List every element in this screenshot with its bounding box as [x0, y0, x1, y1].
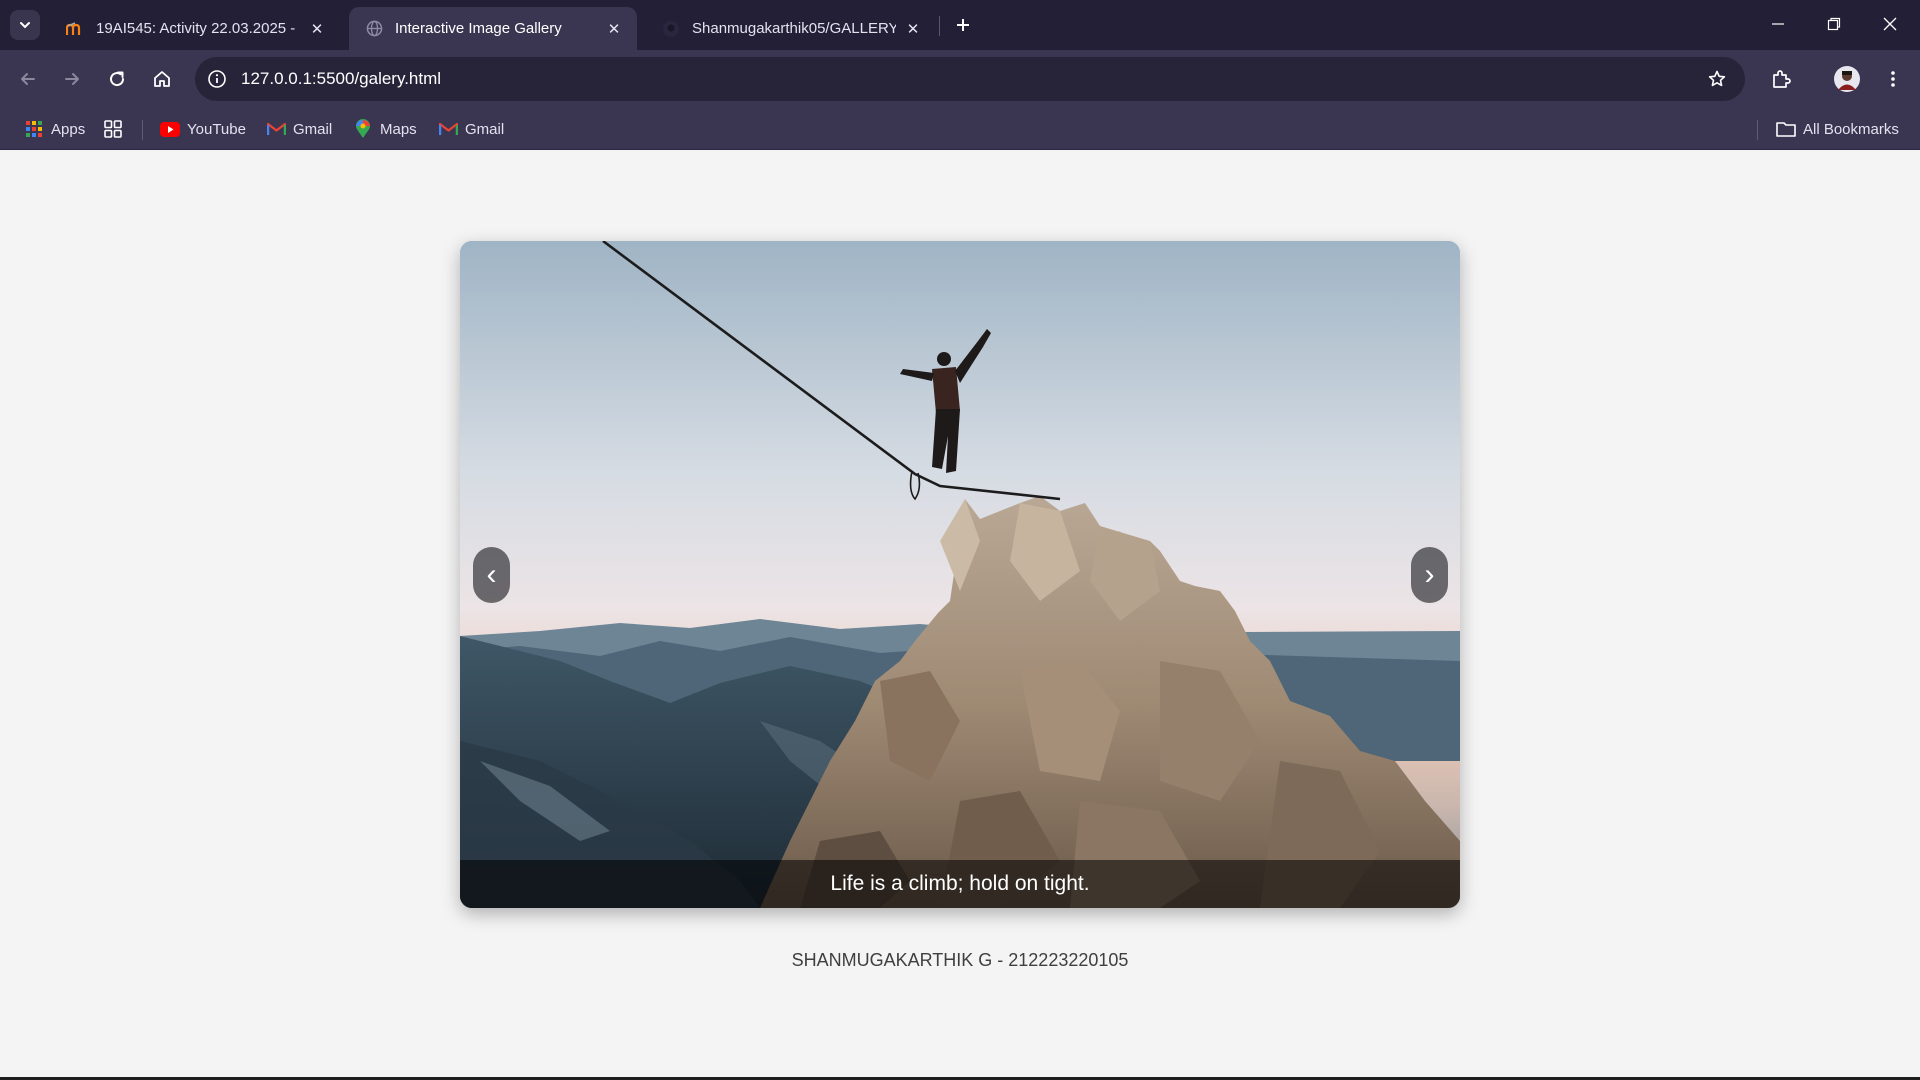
youtube-icon: [160, 119, 180, 139]
maps-pin-icon: [353, 119, 373, 139]
gmail-icon: [438, 119, 458, 139]
tab-divider: [939, 16, 940, 36]
chevron-left-icon: ‹: [486, 558, 497, 591]
url-text[interactable]: 127.0.0.1:5500/galery.html: [241, 69, 441, 89]
reload-button[interactable]: [101, 63, 133, 95]
restore-button[interactable]: [1806, 0, 1862, 48]
home-icon: [154, 71, 170, 87]
bookmark-gmail-2[interactable]: Gmail: [438, 108, 504, 150]
chevron-right-icon: ›: [1424, 558, 1435, 591]
all-bookmarks-button[interactable]: All Bookmarks: [1776, 108, 1899, 150]
bookmark-divider: [1757, 120, 1758, 140]
image-caption: Life is a climb; hold on tight.: [460, 860, 1460, 908]
forward-button[interactable]: [56, 63, 88, 95]
all-bookmarks-label: All Bookmarks: [1803, 120, 1899, 138]
minimize-icon: [1772, 23, 1784, 25]
tab-strip: 19AI545: Activity 22.03.2025 - E ✕ Inter…: [0, 0, 1920, 50]
folder-icon: [1776, 119, 1796, 139]
profile-avatar-button[interactable]: [1830, 62, 1864, 96]
close-window-button[interactable]: [1862, 0, 1918, 48]
author-footer: SHANMUGAKARTHIK G - 212223220105: [791, 950, 1129, 970]
bookmark-divider: [142, 120, 143, 140]
more-vertical-icon: [1891, 71, 1895, 87]
back-button[interactable]: [12, 63, 44, 95]
chevron-down-icon: [20, 22, 30, 29]
bookmark-star-icon[interactable]: [1705, 67, 1729, 91]
tab-title: 19AI545: Activity 22.03.2025 - E: [96, 20, 300, 37]
site-info-icon[interactable]: [205, 67, 229, 91]
minimize-button[interactable]: [1750, 0, 1806, 48]
avatar-icon: [1834, 66, 1860, 92]
menu-button[interactable]: [1877, 63, 1909, 95]
globe-icon: [365, 20, 383, 38]
close-window-icon: [1883, 17, 1897, 31]
image-gallery: ‹ › Life is a climb; hold on tight.: [460, 241, 1460, 908]
close-icon[interactable]: ✕: [904, 20, 922, 38]
bookmark-label: Maps: [380, 120, 417, 138]
tab-search-button[interactable]: [10, 10, 40, 40]
extensions-button[interactable]: [1765, 63, 1797, 95]
tab-interactive-image-gallery[interactable]: Interactive Image Gallery ✕: [349, 7, 637, 50]
bookmark-youtube[interactable]: YouTube: [160, 108, 246, 150]
browser-toolbar: 127.0.0.1:5500/galery.html: [0, 50, 1920, 108]
apps-grid-icon: [24, 119, 44, 139]
home-button[interactable]: [146, 63, 178, 95]
moodle-favicon-icon: [66, 20, 84, 38]
arrow-right-icon: [65, 73, 79, 85]
bookmark-label: YouTube: [187, 120, 246, 138]
tab-title: Interactive Image Gallery: [395, 20, 562, 37]
arrow-left-icon: [21, 73, 35, 85]
tab-title: Shanmugakarthik05/GALLERY: [692, 20, 896, 37]
new-tab-button[interactable]: [950, 12, 976, 38]
next-button[interactable]: ›: [1411, 547, 1448, 603]
gmail-icon: [266, 119, 286, 139]
bookmark-apps[interactable]: Apps: [24, 108, 85, 150]
reload-icon: [110, 71, 125, 87]
address-bar[interactable]: 127.0.0.1:5500/galery.html: [195, 57, 1745, 101]
bookmark-label: Apps: [51, 120, 86, 138]
puzzle-icon: [1773, 70, 1791, 88]
bookmark-label: Gmail: [293, 120, 333, 138]
restore-icon: [1827, 17, 1841, 31]
github-icon: [662, 20, 680, 38]
close-icon[interactable]: ✕: [308, 20, 326, 38]
bookmark-label: Gmail: [465, 120, 505, 138]
tab-moodle-activity[interactable]: 19AI545: Activity 22.03.2025 - E ✕: [50, 7, 340, 50]
tab-groups-button[interactable]: [103, 108, 130, 150]
close-icon[interactable]: ✕: [605, 20, 623, 38]
prev-button[interactable]: ‹: [473, 547, 510, 603]
bookmarks-bar: Apps YouTube Gmail Maps Gmail All Bookma…: [0, 108, 1920, 150]
tab-groups-icon: [103, 119, 123, 139]
plus-icon: [957, 19, 969, 31]
gallery-image: [460, 241, 1460, 908]
bookmark-gmail[interactable]: Gmail: [266, 108, 332, 150]
tab-github-gallery[interactable]: Shanmugakarthik05/GALLERY ✕: [646, 7, 936, 50]
bookmark-maps[interactable]: Maps: [353, 108, 417, 150]
